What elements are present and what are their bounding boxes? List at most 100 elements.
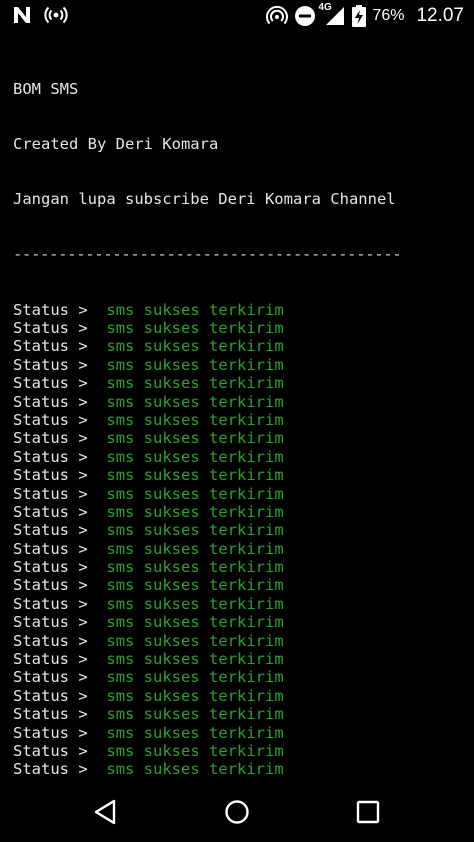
status-message: sms sukses terkirim [106,521,284,540]
status-message: sms sukses terkirim [106,355,284,374]
status-message: sms sukses terkirim [106,723,284,742]
status-label: Status [13,466,69,485]
status-message: sms sukses terkirim [106,631,284,650]
status-label: Status [13,631,69,650]
status-row: Status > sms sukses terkirim [13,411,463,429]
status-message: sms sukses terkirim [106,705,284,724]
status-separator: > [78,742,88,760]
status-message: sms sukses terkirim [106,668,284,687]
status-row: Status > sms sukses terkirim [13,374,463,392]
status-label: Status [13,539,69,558]
status-row: Status > sms sukses terkirim [13,540,463,558]
status-separator: > [78,337,88,356]
status-label: Status [13,521,69,540]
status-message: sms sukses terkirim [106,410,284,429]
status-label: Status [13,410,69,429]
navigation-bar [0,780,474,842]
status-label: Status [13,650,69,669]
status-message: sms sukses terkirim [106,466,284,485]
status-label: Status [13,355,69,374]
status-row: Status > sms sukses terkirim [13,319,463,337]
status-row: Status > sms sukses terkirim [13,650,463,668]
status-label: Status [13,447,69,466]
status-label: Status [13,742,69,760]
status-message: sms sukses terkirim [106,742,284,760]
status-row: Status > sms sukses terkirim [13,576,463,594]
do-not-disturb-icon [294,5,316,27]
status-row: Status > sms sukses terkirim [13,613,463,631]
status-label: Status [13,613,69,632]
status-separator: > [78,374,88,393]
status-bar: 4G 76% 12.07 [0,0,474,32]
status-separator: > [78,539,88,558]
status-label: Status [13,760,69,779]
status-separator: > [78,319,88,338]
status-row: Status > sms sukses terkirim [13,466,463,484]
status-row: Status > sms sukses terkirim [13,521,463,539]
home-button[interactable] [219,794,255,830]
status-label: Status [13,300,69,319]
status-message: sms sukses terkirim [106,337,284,356]
status-separator: > [78,466,88,485]
status-separator: > [78,502,88,521]
status-label: Status [13,429,69,448]
status-message: sms sukses terkirim [106,429,284,448]
status-separator: > [78,613,88,632]
status-message: sms sukses terkirim [106,613,284,632]
status-separator: > [78,631,88,650]
status-row: Status > sms sukses terkirim [13,632,463,650]
status-message: sms sukses terkirim [106,594,284,613]
status-bar-left [12,5,68,25]
status-row: Status > sms sukses terkirim [13,429,463,447]
status-message: sms sukses terkirim [106,392,284,411]
status-label: Status [13,668,69,687]
back-icon [94,799,116,825]
header-title: BOM SMS [13,79,79,98]
status-row: Status > sms sukses terkirim [13,742,463,760]
status-message: sms sukses terkirim [106,502,284,521]
status-row: Status > sms sukses terkirim [13,393,463,411]
status-separator: > [78,686,88,705]
status-message: sms sukses terkirim [106,760,284,779]
status-separator: > [78,410,88,429]
wifi-hotspot-icon [266,5,289,27]
status-separator: > [78,723,88,742]
terminal-output[interactable]: BOM SMS Created By Deri Komara Jangan lu… [13,43,463,816]
status-label: Status [13,705,69,724]
status-message: sms sukses terkirim [106,300,284,319]
status-separator: > [78,705,88,724]
status-separator: > [78,447,88,466]
status-separator: > [78,300,88,319]
status-row: Status > sms sukses terkirim [13,687,463,705]
battery-charging-icon [352,5,367,27]
header-credit: Created By Deri Komara [13,135,219,154]
status-message: sms sukses terkirim [106,576,284,595]
status-label: Status [13,392,69,411]
status-row: Status > sms sukses terkirim [13,485,463,503]
status-row: Status > sms sukses terkirim [13,705,463,723]
status-separator: > [78,576,88,595]
status-separator: > [78,594,88,613]
status-label: Status [13,723,69,742]
status-bar-right: 4G 76% 12.07 [266,2,464,29]
status-row: Status > sms sukses terkirim [13,356,463,374]
status-separator: > [78,484,88,503]
status-row: Status > sms sukses terkirim [13,301,463,319]
back-button[interactable] [87,794,123,830]
status-row: Status > sms sukses terkirim [13,760,463,778]
n-notification-icon [12,5,32,25]
status-row: Status > sms sukses terkirim [13,668,463,686]
signal-icon: 4G [318,2,346,27]
status-label: Status [13,502,69,521]
network-type-label: 4G [318,2,332,13]
status-message: sms sukses terkirim [106,447,284,466]
status-message: sms sukses terkirim [106,650,284,669]
status-message: sms sukses terkirim [106,319,284,338]
recents-icon [356,800,380,824]
status-message: sms sukses terkirim [106,484,284,503]
recents-button[interactable] [350,794,386,830]
status-label: Status [13,319,69,338]
status-row: Status > sms sukses terkirim [13,448,463,466]
header-subscribe: Jangan lupa subscribe Deri Komara Channe… [13,190,396,209]
status-row: Status > sms sukses terkirim [13,337,463,355]
